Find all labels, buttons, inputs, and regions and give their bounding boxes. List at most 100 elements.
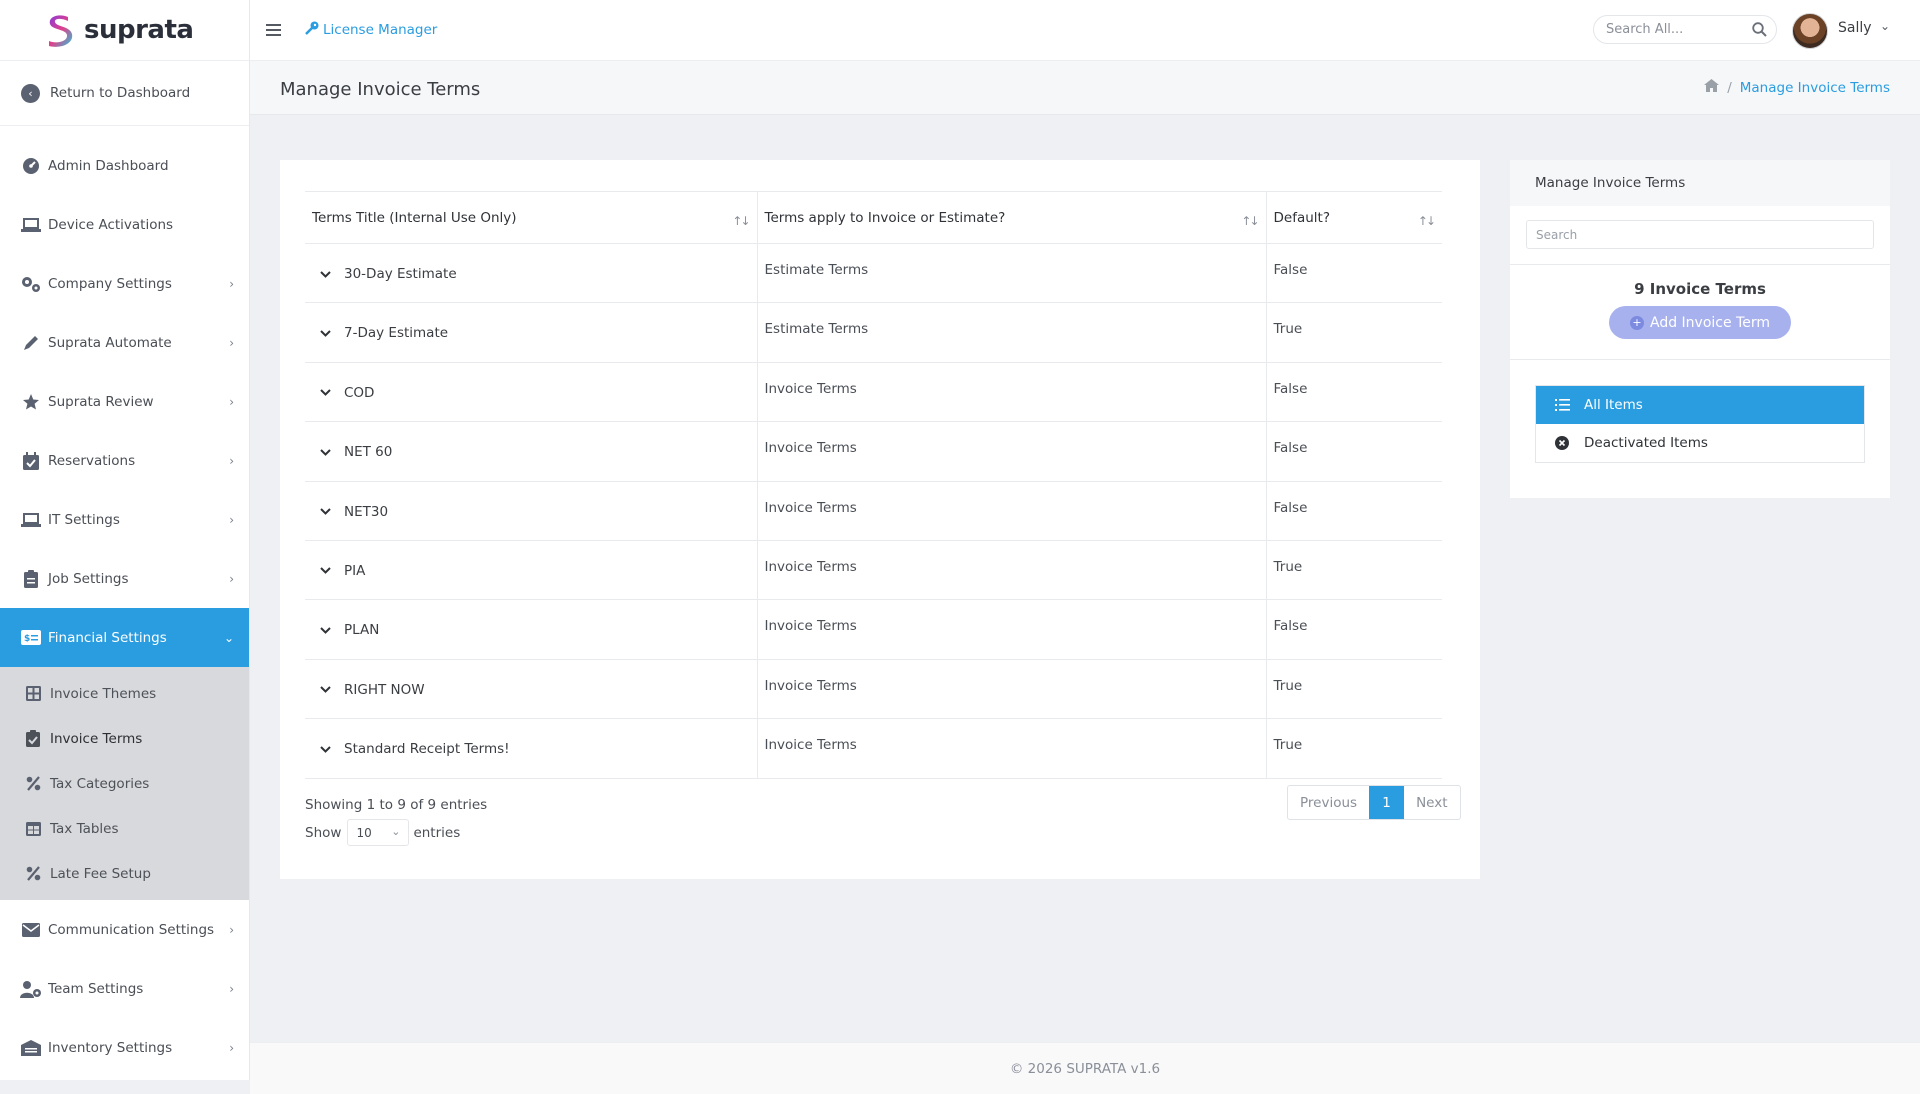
add-invoice-term-button[interactable]: + Add Invoice Term	[1609, 306, 1791, 339]
filter-all-items[interactable]: All Items	[1536, 386, 1864, 424]
sidebar-item-device-activations[interactable]: Device Activations	[0, 195, 249, 254]
terms-title-text: 30-Day Estimate	[344, 266, 457, 282]
chevron-down-icon[interactable]	[312, 619, 338, 641]
sort-icon[interactable]: ↑↓	[1418, 214, 1436, 228]
table-row[interactable]: 7-Day Estimate Estimate Terms True	[305, 302, 1442, 363]
cell-default: False	[1265, 362, 1442, 423]
column-header-default[interactable]: Default? ↑↓	[1265, 191, 1442, 244]
license-manager-link[interactable]: License Manager	[305, 21, 437, 39]
svg-text:$: $	[24, 634, 30, 644]
column-header-label: Default?	[1273, 209, 1331, 226]
cell-applies-to: Invoice Terms	[756, 659, 1266, 720]
breadcrumb-separator: /	[1727, 79, 1732, 96]
chevron-down-icon[interactable]	[312, 441, 338, 463]
sidebar-item-company-settings[interactable]: Company Settings ›	[0, 254, 249, 313]
table-header-row: Terms Title (Internal Use Only) ↑↓ Terms …	[305, 191, 1442, 244]
chevron-down-icon[interactable]	[312, 322, 338, 344]
chevron-down-icon: ⌄	[391, 825, 401, 838]
search-icon[interactable]	[1752, 22, 1767, 41]
table-body: 30-Day Estimate Estimate Terms False 7-Day …	[305, 243, 1442, 779]
sidebar-subitem-label: Late Fee Setup	[50, 865, 151, 882]
pagination-page-button[interactable]: 1	[1369, 786, 1405, 819]
laptop-icon	[20, 215, 42, 235]
filter-deactivated-items[interactable]: Deactivated Items	[1536, 424, 1864, 462]
sidebar-subitem-tax-categories[interactable]: Tax Categories	[0, 761, 249, 806]
terms-title-text: NET30	[344, 503, 389, 520]
return-label: Return to Dashboard	[50, 85, 191, 101]
cell-applies-to: Invoice Terms	[756, 718, 1266, 779]
avatar[interactable]	[1792, 13, 1828, 49]
home-icon[interactable]	[1704, 79, 1720, 96]
sort-icon[interactable]: ↑↓	[732, 214, 750, 228]
sidebar-subitem-invoice-terms[interactable]: Invoice Terms	[0, 716, 249, 761]
cell-terms-title: NET 60	[305, 421, 757, 482]
copyright-text: © 2026 SUPRATA v1.6	[1009, 1060, 1161, 1077]
chevron-down-icon[interactable]	[312, 501, 338, 523]
chevron-down-icon[interactable]	[312, 382, 338, 404]
table-row[interactable]: NET 60 Invoice Terms False	[305, 421, 1442, 482]
pagination: Previous 1 Next	[1287, 785, 1461, 820]
sidebar-item-suprata-review[interactable]: Suprata Review ›	[0, 372, 249, 431]
cell-terms-title: PLAN	[305, 599, 757, 660]
page-title: Manage Invoice Terms	[280, 79, 481, 100]
cell-applies-to: Invoice Terms	[756, 421, 1266, 482]
table-row[interactable]: PIA Invoice Terms True	[305, 540, 1442, 601]
filter-panel-heading: Manage Invoice Terms	[1510, 160, 1890, 206]
menu-toggle-icon[interactable]	[266, 24, 281, 36]
sidebar-item-job-settings[interactable]: Job Settings ›	[0, 549, 249, 608]
sidebar-item-inventory-settings[interactable]: Inventory Settings ›	[0, 1018, 249, 1077]
chevron-down-icon[interactable]	[312, 560, 338, 582]
chevron-down-icon[interactable]: ⌄	[1880, 19, 1890, 33]
chevron-down-icon[interactable]	[312, 263, 338, 285]
pagination-previous-button[interactable]: Previous	[1288, 786, 1369, 819]
filter-search-input[interactable]: Search	[1526, 220, 1874, 249]
sidebar-item-admin-dashboard[interactable]: Admin Dashboard	[0, 136, 249, 195]
pagination-next-button[interactable]: Next	[1404, 786, 1459, 819]
terms-title-text: COD	[344, 384, 375, 401]
sidebar-item-team-settings[interactable]: Team Settings ›	[0, 959, 249, 1018]
column-header-applies-to[interactable]: Terms apply to Invoice or Estimate? ↑↓	[756, 191, 1266, 244]
sidebar-item-label: Suprata Review	[48, 393, 154, 410]
sidebar-item-label: Communication Settings	[48, 921, 215, 938]
chevron-down-icon[interactable]	[312, 679, 338, 701]
table-row[interactable]: PLAN Invoice Terms False	[305, 599, 1442, 660]
sidebar-item-reservations[interactable]: Reservations ›	[0, 431, 249, 490]
page-length-select[interactable]: 10 ⌄	[347, 819, 410, 846]
cell-applies-to: Invoice Terms	[756, 362, 1266, 423]
terms-title-text: PLAN	[344, 622, 380, 639]
sidebar-subitem-late-fee-setup[interactable]: Late Fee Setup	[0, 851, 249, 896]
table-row[interactable]: 30-Day Estimate Estimate Terms False	[305, 243, 1442, 304]
return-to-dashboard-link[interactable]: ‹ Return to Dashboard	[0, 61, 249, 126]
column-header-terms-title[interactable]: Terms Title (Internal Use Only) ↑↓	[305, 191, 757, 244]
sidebar-subitem-label: Tax Tables	[50, 820, 119, 837]
sidebar-item-financial-settings[interactable]: $ Financial Settings ⌄	[0, 608, 249, 667]
license-manager-label: License Manager	[323, 22, 438, 38]
table-row[interactable]: NET30 Invoice Terms False	[305, 481, 1442, 541]
cell-default: True	[1265, 302, 1442, 363]
sidebar-subitem-label: Tax Categories	[50, 775, 150, 792]
sidebar-subitem-invoice-themes[interactable]: Invoice Themes	[0, 671, 249, 716]
add-invoice-term-label: Add Invoice Term	[1650, 314, 1770, 331]
user-name[interactable]: Sally	[1838, 20, 1872, 36]
sidebar-item-suprata-automate[interactable]: Suprata Automate ›	[0, 313, 249, 372]
chevron-right-icon: ›	[229, 1040, 234, 1055]
global-search-input[interactable]: Search All...	[1593, 15, 1777, 44]
terms-title-text: 7-Day Estimate	[344, 325, 449, 342]
sidebar-item-it-settings[interactable]: IT Settings ›	[0, 490, 249, 549]
logo[interactable]: suprata	[0, 0, 249, 61]
calendar-check-icon	[20, 451, 42, 471]
table-row[interactable]: COD Invoice Terms False	[305, 362, 1442, 423]
sidebar-subitem-tax-tables[interactable]: Tax Tables	[0, 806, 249, 851]
laptop-icon	[20, 510, 42, 530]
suprata-logo-icon	[49, 15, 73, 47]
global-search-placeholder: Search All...	[1606, 22, 1684, 37]
sidebar-item-label: Financial Settings	[48, 629, 167, 646]
table-row[interactable]: Standard Receipt Terms! Invoice Terms True	[305, 718, 1442, 779]
table-row[interactable]: RIGHT NOW Invoice Terms True	[305, 659, 1442, 720]
chevron-down-icon[interactable]	[312, 738, 338, 760]
sort-icon[interactable]: ↑↓	[1241, 214, 1259, 228]
percent-icon	[24, 775, 42, 793]
sidebar-item-communication-settings[interactable]: Communication Settings ›	[0, 900, 249, 959]
brand-name: suprata	[84, 15, 194, 45]
chevron-right-icon: ›	[229, 571, 234, 586]
